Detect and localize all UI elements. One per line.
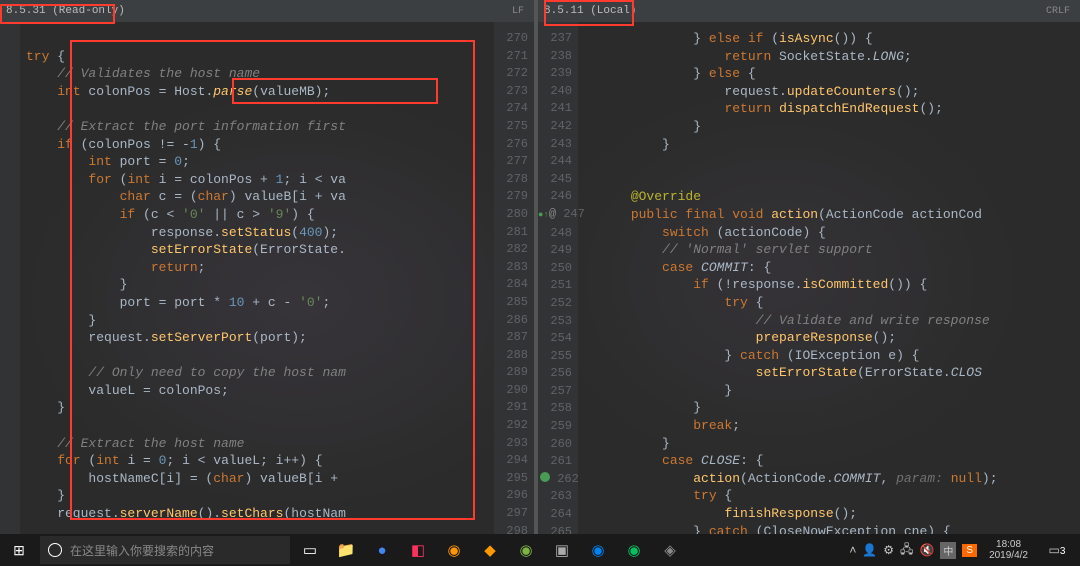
clock-time: 18:08 [989,539,1028,550]
app-explorer[interactable]: 📁 [328,534,364,566]
line-ending-right: CRLF [1046,6,1070,17]
notification-count: 3 [1060,546,1066,557]
ime-indicator[interactable]: 中 [940,542,956,559]
line-numbers-right: 237238239240241242243244245246●↑@ 247248… [538,22,578,534]
app-uc[interactable]: ◉ [508,534,544,566]
diff-pane-left: 8.5.31 (Read-only) LF try { // Validates… [0,0,534,534]
line-numbers-left: 270 271 272 273 274 275 276 277 278 279 … [494,22,534,534]
app-firefox[interactable]: ◉ [436,534,472,566]
app-wechat[interactable]: ◉ [616,534,652,566]
task-view-button[interactable]: ▭ [292,534,328,566]
system-tray: ˄ 👤 ⚙ 🖧 🔇 中 S 18:08 2019/4/2 ▭3 [849,539,1080,561]
app-intellij[interactable]: ◧ [400,534,436,566]
app-misc[interactable]: ◈ [652,534,688,566]
version-label-right: 8.5.11 (Local) [544,5,636,17]
bluetooth-icon[interactable]: ⚙ [883,543,894,557]
action-center-button[interactable]: ▭3 [1040,543,1074,557]
sogou-ime-icon[interactable]: S [962,544,977,557]
volume-icon[interactable]: 🔇 [919,543,934,557]
taskbar-search-box[interactable]: 在这里输入你要搜索的内容 [40,536,290,564]
taskbar-app-icons: ▭ 📁 ● ◧ ◉ ◆ ◉ ▣ ◉ ◉ ◈ [292,534,688,566]
app-sublime[interactable]: ◆ [472,534,508,566]
line-ending-left: LF [512,6,524,17]
left-margin [0,22,20,534]
code-area-left[interactable]: try { // Validates the host name int col… [20,22,494,534]
network-icon[interactable]: 🖧 [900,540,913,561]
taskbar-clock[interactable]: 18:08 2019/4/2 [983,539,1034,561]
app-chrome[interactable]: ● [364,534,400,566]
pane-header-left: 8.5.31 (Read-only) LF [0,0,534,22]
pane-header-right: 8.5.11 (Local) CRLF [538,0,1080,22]
tray-overflow-icon[interactable]: ˄ [849,543,856,557]
notification-icon: ▭ [1049,543,1060,557]
cortana-icon [48,543,62,557]
windows-taskbar: ⊞ 在这里输入你要搜索的内容 ▭ 📁 ● ◧ ◉ ◆ ◉ ▣ ◉ ◉ ◈ ˄ 👤… [0,534,1080,566]
search-placeholder-text: 在这里输入你要搜索的内容 [70,542,214,559]
diff-pane-right: 8.5.11 (Local) CRLF 23723823924024124224… [538,0,1080,534]
version-label-left: 8.5.31 (Read-only) [6,5,125,17]
start-button[interactable]: ⊞ [0,534,38,566]
code-area-right[interactable]: } else if (isAsync()) { return SocketSta… [578,22,1080,534]
clock-date: 2019/4/2 [989,550,1028,561]
app-wechat-work[interactable]: ◉ [580,534,616,566]
people-icon[interactable]: 👤 [862,543,877,557]
app-terminal[interactable]: ▣ [544,534,580,566]
